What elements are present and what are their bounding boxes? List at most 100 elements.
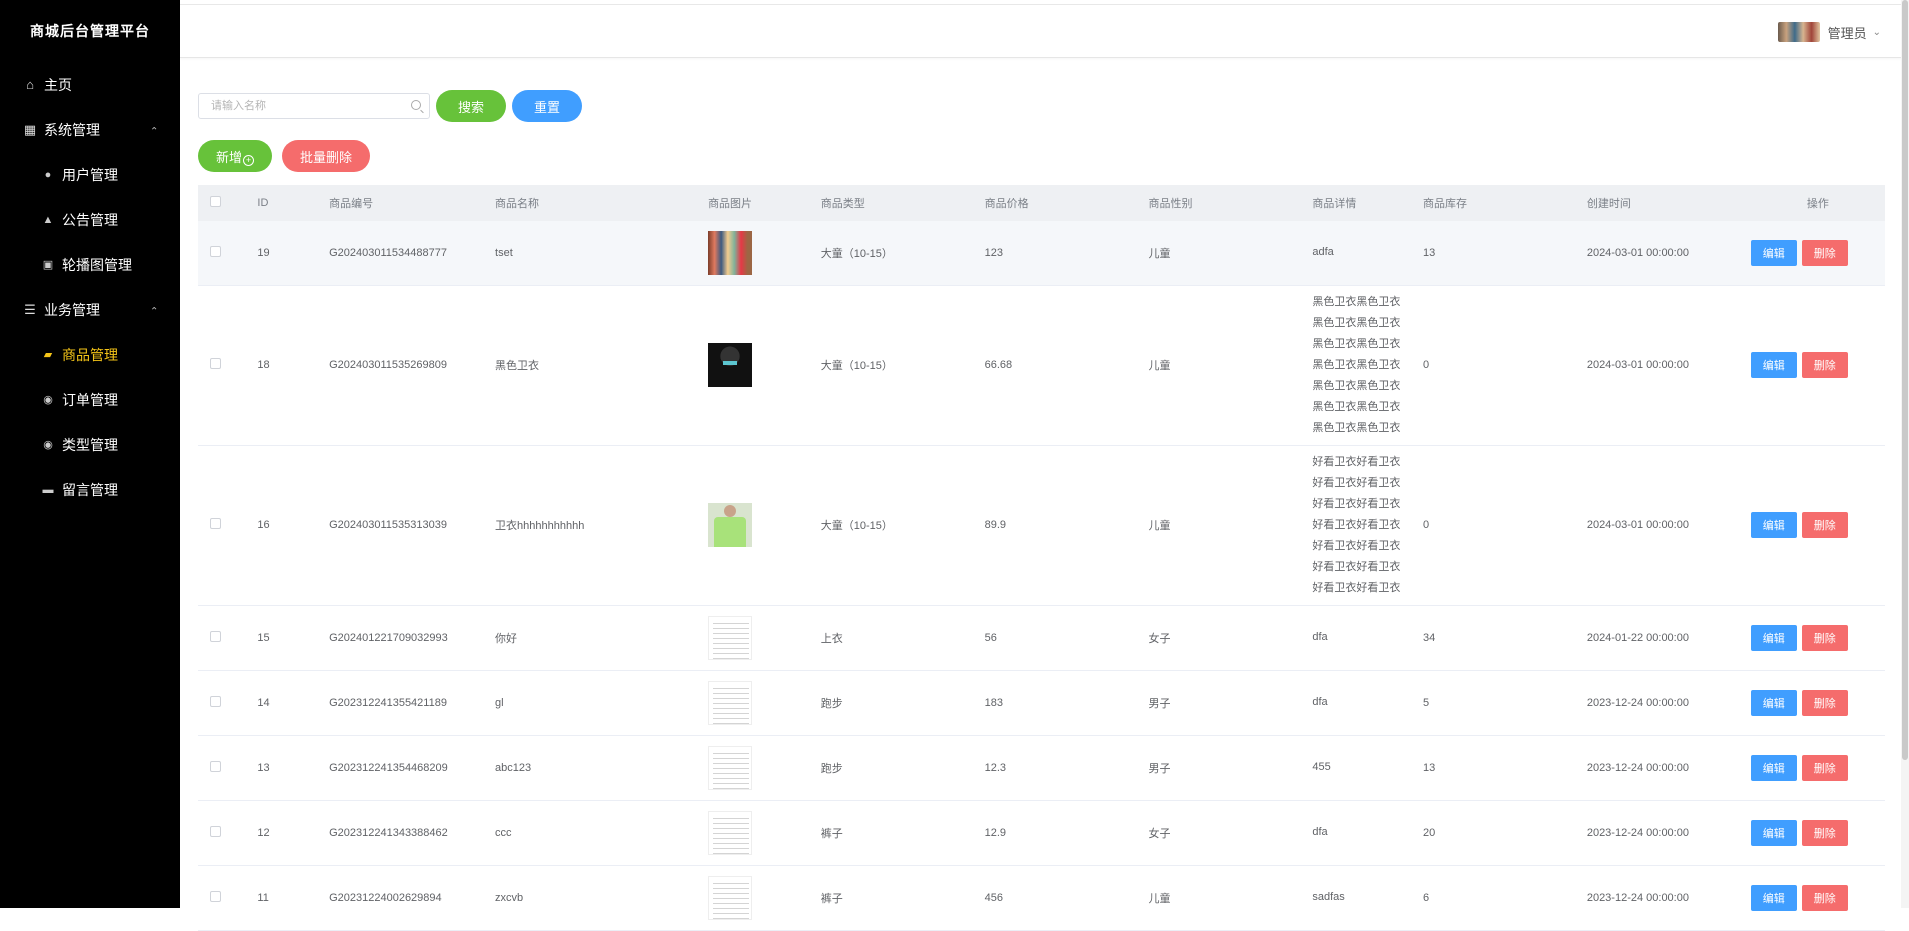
delete-button[interactable]: 删除	[1801, 754, 1848, 781]
cell-created: 2024-01-22 00:00:00	[1586, 605, 1751, 671]
row-select-cell[interactable]	[198, 800, 258, 866]
search-button[interactable]: 搜索	[436, 90, 507, 122]
sidebar-item-3[interactable]: ▲ 公告管理	[0, 197, 180, 242]
row-checkbox[interactable]	[210, 358, 221, 369]
row-select-cell[interactable]	[198, 445, 258, 606]
delete-button[interactable]: 删除	[1801, 352, 1848, 378]
edit-button[interactable]: 编辑	[1750, 512, 1797, 538]
sidebar-item-1[interactable]: ▦ 系统管理 ⌄	[0, 107, 180, 152]
gender-text: 男子	[1148, 762, 1171, 775]
sidebar-item-9[interactable]: ▬ 留言管理	[0, 467, 180, 512]
scrollbar-thumb[interactable]	[1902, 0, 1908, 760]
user-menu[interactable]: 管理员 ⌄	[1777, 22, 1881, 42]
row-checkbox[interactable]	[210, 695, 221, 707]
gender-text: 男子	[1148, 697, 1171, 710]
product-image[interactable]	[708, 615, 753, 660]
column-header: 商品详情	[1312, 198, 1357, 210]
cell-operations: 编辑 删除	[1750, 800, 1885, 866]
cell-stock: 0	[1422, 445, 1587, 606]
cell-operations: 编辑 删除	[1750, 445, 1885, 606]
avatar[interactable]	[1777, 22, 1820, 42]
row-select-cell[interactable]	[198, 605, 258, 671]
product-image[interactable]	[708, 230, 753, 275]
cell-id: 13	[257, 735, 330, 801]
sidebar-item-0[interactable]: ⌂ 主页	[0, 62, 180, 107]
table-row[interactable]: 14 G202312241355421189 gl 跑步 183 男子 dfa 5 2023-1…	[198, 670, 1885, 736]
edit-button[interactable]: 编辑	[1750, 819, 1797, 846]
reset-button[interactable]: 重置	[512, 90, 583, 122]
grid-icon: ▦	[23, 121, 37, 137]
delete-button[interactable]: 删除	[1801, 689, 1848, 716]
delete-button[interactable]: 删除	[1801, 884, 1848, 911]
table-row[interactable]: 18 G202403011535269809 黑色卫衣 大童（10-15） 66.68 儿…	[198, 285, 1885, 446]
edit-button[interactable]: 编辑	[1750, 689, 1797, 716]
table-row[interactable]: 12 G202312241343388462 ccc 裤子 12.9 女子 dfa 20 202…	[198, 800, 1885, 866]
edit-button[interactable]: 编辑	[1750, 239, 1797, 266]
edit-button[interactable]: 编辑	[1750, 624, 1797, 651]
cell-created: 2024-03-01 00:00:00	[1586, 221, 1751, 286]
edit-button[interactable]: 编辑	[1750, 754, 1797, 781]
action-toolbar: 新增 + 批量删除	[198, 140, 380, 172]
table-row[interactable]: 19 G202403011534488777 tset 大童（10-15） 123 儿童 a…	[198, 221, 1885, 286]
code-text: G202312241354468209	[329, 761, 448, 774]
table-row[interactable]: 15 G202401221709032993 你好 上衣 56 女子 dfa 34 2024-0…	[198, 605, 1885, 671]
row-checkbox[interactable]	[210, 760, 221, 772]
table-row[interactable]: 11 G20231224002629894 zxcvb 裤子 456 儿童 sadfas 6 2…	[198, 865, 1885, 931]
select-all-checkbox[interactable]	[210, 196, 221, 207]
cell-created: 2024-03-01 00:00:00	[1586, 285, 1751, 446]
detail-line: 好看卫衣好看卫衣	[1312, 539, 1401, 552]
sidebar-item-8[interactable]: ◉ 类型管理	[0, 422, 180, 467]
cell-type: 跑步	[820, 735, 985, 801]
delete-button[interactable]: 删除	[1801, 624, 1848, 651]
row-select-cell[interactable]	[198, 221, 258, 286]
product-image[interactable]	[708, 343, 753, 387]
detail-line: sadfas	[1312, 891, 1345, 903]
row-checkbox[interactable]	[210, 518, 221, 529]
cell-id: 19	[257, 221, 330, 286]
name-text: 黑色卫衣	[495, 360, 540, 372]
row-select-cell[interactable]	[198, 865, 258, 931]
edit-button[interactable]: 编辑	[1750, 884, 1797, 911]
delete-button[interactable]: 删除	[1801, 819, 1848, 846]
search-icon[interactable]	[411, 100, 421, 110]
table-body: 19 G202403011534488777 tset 大童（10-15） 123 儿童 a…	[198, 221, 1885, 931]
delete-button[interactable]: 删除	[1801, 512, 1848, 538]
row-select-cell[interactable]	[198, 670, 258, 736]
row-select-cell[interactable]	[198, 735, 258, 801]
row-select-cell[interactable]	[198, 285, 258, 446]
sidebar-item-7[interactable]: ◉ 订单管理	[0, 377, 180, 422]
product-image[interactable]	[708, 503, 753, 547]
stock-text: 6	[1422, 891, 1430, 904]
table-row[interactable]: 16 G202403011535313039 卫衣hhhhhhhhhhh 大童（10-…	[198, 445, 1885, 606]
sidebar-item-5[interactable]: ☰ 业务管理 ⌄	[0, 287, 180, 332]
cell-image	[708, 445, 821, 606]
column-header: ID	[257, 197, 269, 209]
product-image[interactable]	[708, 810, 753, 855]
table-row[interactable]: 13 G202312241354468209 abc123 跑步 12.3 男子 455 13…	[198, 735, 1885, 801]
sidebar-item-6[interactable]: ▰ 商品管理	[0, 332, 180, 377]
search-input[interactable]	[199, 94, 429, 118]
user-name[interactable]: 管理员	[1828, 23, 1867, 42]
batch-delete-button[interactable]: 批量删除	[282, 140, 371, 172]
product-image[interactable]	[708, 745, 753, 790]
cell-detail: 黑色卫衣黑色卫衣 黑色卫衣黑色卫衣 黑色卫衣黑色卫衣 黑色卫衣黑色卫衣 黑色卫衣黑色卫衣…	[1312, 285, 1423, 446]
chevron-down-icon[interactable]: ⌄	[1873, 27, 1881, 38]
sidebar-item-2[interactable]: ● 用户管理	[0, 152, 180, 197]
product-image[interactable]	[708, 680, 753, 725]
row-checkbox[interactable]	[210, 245, 221, 257]
stock-text: 0	[1422, 519, 1430, 531]
product-image[interactable]	[708, 875, 753, 920]
select-all-cell[interactable]	[198, 185, 257, 221]
row-checkbox[interactable]	[210, 630, 221, 642]
vertical-scrollbar[interactable]	[1901, 0, 1909, 908]
edit-button[interactable]: 编辑	[1750, 352, 1797, 378]
search-field[interactable]	[198, 93, 430, 119]
sidebar-item-4[interactable]: ▣ 轮播图管理	[0, 242, 180, 287]
detail-text: 黑色卫衣黑色卫衣 黑色卫衣黑色卫衣 黑色卫衣黑色卫衣 黑色卫衣黑色卫衣 黑色卫衣黑色卫衣…	[1312, 292, 1423, 439]
cell-id: 11	[257, 865, 330, 931]
add-button[interactable]: 新增 +	[198, 140, 273, 172]
id-text: 14	[257, 696, 270, 709]
row-checkbox[interactable]	[210, 890, 221, 902]
row-checkbox[interactable]	[210, 825, 221, 837]
delete-button[interactable]: 删除	[1801, 239, 1848, 266]
